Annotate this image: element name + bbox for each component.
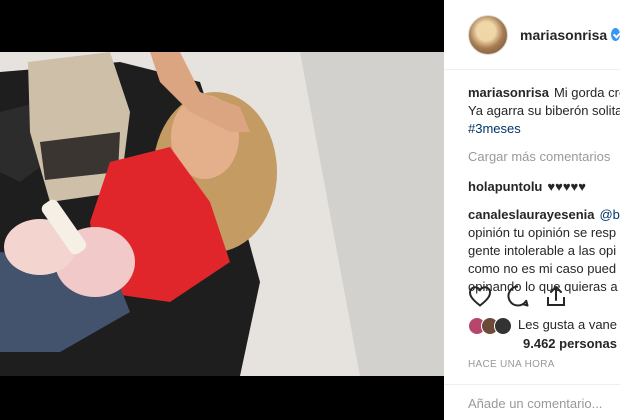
comment-username[interactable]: canaleslaurayesenia (468, 207, 594, 222)
avatar[interactable] (468, 14, 508, 55)
comment-item: canaleslaurayesenia @bre opinión tu opini… (468, 206, 620, 296)
username-text[interactable]: mariasonrisa (520, 27, 607, 43)
comment-text-line: opinión tu opinión se resp (468, 225, 617, 240)
post-photo[interactable] (0, 52, 444, 376)
caption: mariasonrisa Mi gorda cre Ya agarra su bi… (468, 84, 620, 138)
add-comment-placeholder: Añade un comentario... (468, 396, 603, 411)
comments-section: mariasonrisa Mi gorda cre Ya agarra su bi… (444, 70, 620, 296)
photo-illustration (0, 52, 444, 376)
comment-mention[interactable]: @bre (599, 207, 620, 222)
comment-text-line: como no es mi caso pued (468, 261, 617, 276)
comment-username[interactable]: holapuntolu (468, 179, 542, 194)
liker-avatars[interactable] (468, 316, 512, 335)
load-more-comments-button[interactable]: Cargar más comentarios (468, 148, 620, 166)
likes-count[interactable]: 9.462 personas (468, 336, 617, 351)
post-username[interactable]: mariasonrisa (520, 27, 607, 43)
likes-by-text[interactable]: Les gusta a vane (518, 317, 617, 332)
post-timestamp[interactable]: HACE UNA HORA (468, 359, 555, 370)
caption-hashtag[interactable]: #3meses (468, 121, 521, 136)
comment-item: holapuntolu ♥♥♥♥♥ (468, 178, 620, 196)
liker-avatar (494, 316, 512, 335)
caption-line-1: Mi gorda cre (553, 85, 620, 100)
post-side-panel: mariasonrisa mariasonrisa Mi gorda cre Ya… (444, 0, 620, 420)
comment-text-line: gente intolerable a las opi (468, 243, 617, 258)
post-header: mariasonrisa (444, 0, 620, 70)
add-comment-input[interactable]: Añade un comentario... (444, 384, 620, 420)
action-bar (468, 284, 568, 308)
comment-icon[interactable] (506, 284, 530, 308)
verified-badge-icon (611, 28, 620, 41)
comment-text: ♥♥♥♥♥ (547, 179, 586, 194)
caption-username[interactable]: mariasonrisa (468, 85, 549, 100)
likes-section: Les gusta a vane 9.462 personas (468, 316, 617, 353)
heart-icon[interactable] (468, 285, 492, 307)
caption-line-2: Ya agarra su biberón solita (468, 103, 620, 118)
share-icon[interactable] (544, 284, 568, 308)
